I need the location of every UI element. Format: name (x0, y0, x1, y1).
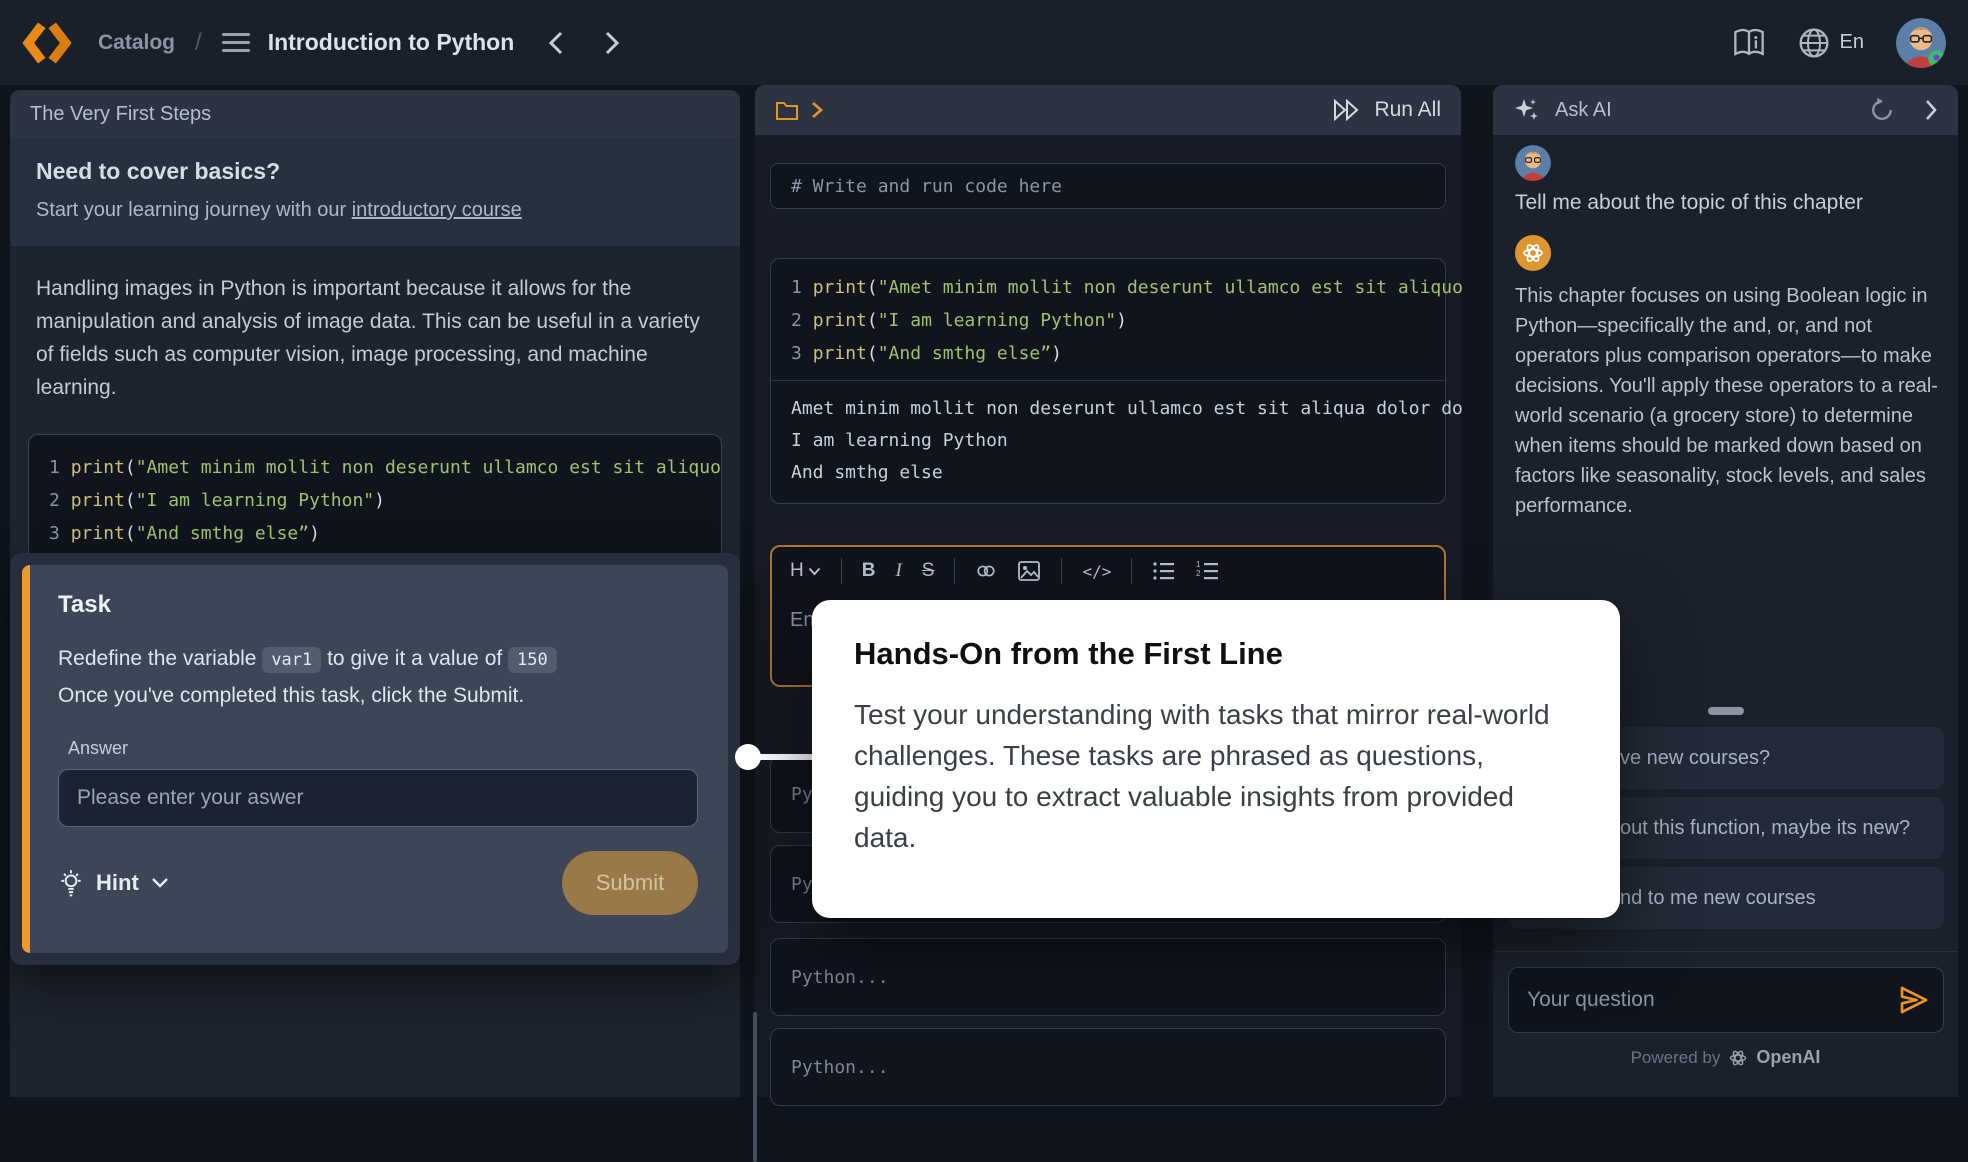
inline-code-var1: var1 (262, 647, 321, 673)
ai-chat-message: This chapter focuses on using Boolean lo… (1515, 281, 1939, 521)
numbered-list-button[interactable]: 1 2 (1196, 560, 1220, 582)
answer-input[interactable] (58, 769, 698, 827)
suggestions-drag-handle[interactable] (1708, 707, 1744, 715)
onboarding-tooltip: Hands-On from the First Line Test your u… (812, 600, 1620, 918)
workspace-breadcrumb[interactable] (775, 99, 823, 121)
scratch-code-input[interactable] (770, 163, 1446, 209)
heading-button[interactable]: H (790, 560, 821, 582)
italic-button[interactable]: I (895, 560, 901, 582)
python-cell-input[interactable]: Python... (770, 938, 1446, 1016)
collapse-panel-icon[interactable] (1924, 99, 1938, 121)
strikethrough-button[interactable]: S (922, 560, 935, 582)
chapter-list-icon[interactable] (222, 31, 252, 55)
refresh-icon[interactable] (1868, 96, 1896, 124)
task-instruction-2: Once you've completed this task, click t… (58, 678, 698, 714)
code-cell-editor[interactable]: 1 print("Amet minim mollit non deserunt … (771, 259, 1445, 380)
catalog-link[interactable]: Catalog (98, 31, 175, 55)
openai-logo-icon (1728, 1048, 1748, 1068)
task-title: Task (58, 591, 698, 619)
prev-chapter-icon[interactable] (548, 31, 564, 55)
hint-label: Hint (96, 870, 139, 896)
ai-question-input[interactable] (1508, 967, 1944, 1033)
panel-scrollbar-thumb[interactable] (753, 1012, 757, 1162)
ask-ai-title: Ask AI (1555, 99, 1612, 122)
toolbar-divider (1131, 558, 1132, 584)
task-instruction-1: Redefine the variable var1 to give it a … (58, 641, 698, 678)
language-switcher[interactable]: En (1798, 27, 1864, 59)
input-area-divider (1493, 951, 1958, 952)
bullet-list-button[interactable] (1152, 560, 1176, 582)
ask-ai-panel: Ask AI Tell me about the topic of this c… (1493, 85, 1958, 1097)
globe-icon (1798, 27, 1830, 59)
openai-logo-icon (1521, 241, 1545, 265)
lesson-panel-header: The Very First Steps (10, 90, 740, 138)
lesson-paragraph: Handling images in Python is important b… (10, 246, 740, 404)
user-avatar[interactable] (1896, 18, 1946, 68)
breadcrumb-separator: / (195, 29, 202, 57)
code-cell: 1 print("Amet minim mollit non deserunt … (770, 258, 1446, 504)
lightbulb-icon (58, 869, 84, 897)
rte-toolbar: H B I S </> (772, 547, 1444, 595)
chevron-down-icon (808, 567, 821, 576)
topbar: Catalog / Introduction to Python En (0, 0, 1968, 85)
code-workspace-panel: Run All 1 print("Amet minim mollit non d… (755, 85, 1461, 1097)
chevron-down-icon (151, 877, 169, 889)
callout-title: Need to cover basics? (36, 158, 714, 185)
chat-user-avatar (1515, 145, 1551, 181)
toolbar-divider (1061, 558, 1062, 584)
hint-button[interactable]: Hint (58, 869, 169, 897)
svg-text:2: 2 (1196, 569, 1201, 578)
language-label: En (1840, 31, 1864, 54)
code-line: 2 print("I am learning Python") (49, 484, 701, 517)
openai-label: OpenAI (1756, 1047, 1820, 1068)
inline-code-150: 150 (508, 647, 557, 673)
chevron-right-icon (811, 101, 823, 119)
tooltip-body: Test your understanding with tasks that … (854, 694, 1578, 858)
sparkles-icon (1513, 96, 1541, 124)
code-line: 1 print("Amet minim mollit non deserunt … (49, 451, 701, 484)
openai-avatar (1515, 235, 1551, 271)
run-all-icon (1332, 97, 1362, 123)
answer-label: Answer (68, 738, 698, 759)
code-line: 3 print("And smthg else”) (49, 517, 701, 550)
python-cell-input[interactable]: Python... (770, 1028, 1446, 1106)
docs-book-icon[interactable] (1732, 28, 1766, 58)
submit-button[interactable]: Submit (562, 851, 698, 915)
svg-text:1: 1 (1196, 560, 1201, 569)
chapter-title: Introduction to Python (268, 29, 515, 56)
toolbar-divider (954, 558, 955, 584)
basics-callout: Need to cover basics? Start your learnin… (10, 138, 740, 246)
lesson-title: The Very First Steps (30, 103, 211, 126)
bold-button[interactable]: B (862, 560, 876, 582)
run-all-button[interactable]: Run All (1332, 97, 1441, 123)
workspace-header: Run All (755, 85, 1461, 135)
user-chat-message: Tell me about the topic of this chapter (1515, 191, 1863, 215)
code-button[interactable]: </> (1082, 562, 1111, 581)
lesson-code-block: 1 print("Amet minim mollit non deserunt … (28, 434, 722, 567)
link-button[interactable] (975, 560, 997, 582)
brand-logo-icon[interactable] (22, 18, 72, 68)
ask-ai-header: Ask AI (1493, 85, 1958, 135)
tooltip-title: Hands-On from the First Line (854, 636, 1578, 672)
task-panel: Task Redefine the variable var1 to give … (10, 553, 740, 965)
code-cell-output: Amet minim mollit non deserunt ullamco e… (771, 381, 1445, 503)
introductory-course-link[interactable]: introductory course (352, 199, 522, 221)
powered-by: Powered by OpenAI (1493, 1047, 1958, 1068)
tooltip-anchor-dot (735, 744, 761, 770)
toolbar-divider (841, 558, 842, 584)
run-all-label: Run All (1374, 98, 1441, 122)
send-icon[interactable] (1898, 984, 1930, 1016)
task-accent-bar (22, 565, 30, 953)
next-chapter-icon[interactable] (604, 31, 620, 55)
image-button[interactable] (1017, 560, 1041, 582)
folder-icon (775, 99, 799, 121)
callout-text: Start your learning journey with our int… (36, 199, 714, 222)
